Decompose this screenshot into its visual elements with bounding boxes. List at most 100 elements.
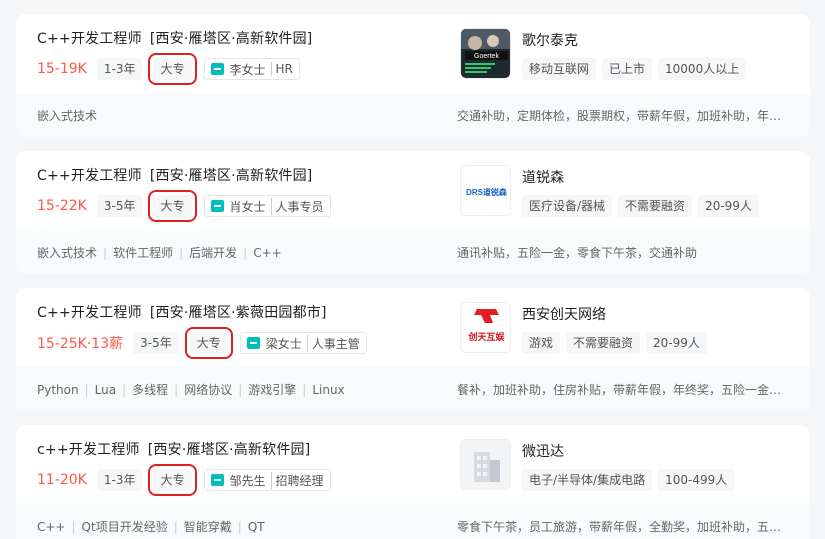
job-name[interactable]: C++开发工程师 [37,305,142,321]
job-name[interactable]: c++开发工程师 [37,442,140,458]
job-meta: 15-25K·13薪 3-5年 大专 梁女士 人事主管 [37,327,367,359]
salary: 15-22K [37,198,87,214]
recruiter-name: 邹先生 [229,473,266,488]
education-tag: 大专 [148,53,197,85]
job-name[interactable]: C++开发工程师 [37,168,142,184]
company-tags: 移动互联网 已上市 10000人以上 [522,58,752,80]
logo-text: 创天互娱 [467,331,505,343]
education-tag: 大专 [148,190,197,222]
skill-tag: 嵌入式技术 [37,109,98,123]
company-size-tag: 20-99人 [698,195,759,217]
company-name[interactable]: 微迅达 [522,441,564,461]
recruiter-role: 人事主管 [306,334,360,352]
job-location: [西安·雁塔区·高新软件园] [149,168,313,184]
skill-tag: QT [232,520,265,534]
skill-tag: 嵌入式技术 [37,246,98,260]
recruiter-chat-button[interactable]: 李女士 HR [203,58,300,80]
company-size-tag: 100-499人 [658,469,735,491]
company-name[interactable]: 歌尔泰克 [522,30,578,50]
company-name[interactable]: 西安创天网络 [522,304,606,324]
recruiter-role: 人事专员 [270,197,324,215]
chat-icon [210,200,224,212]
job-card-bottom: C++Qt项目开发经验智能穿戴QT 零食下午茶，员工旅游，带薪年假，全勤奖，加班… [16,504,810,539]
experience-tag: 1-3年 [96,469,143,491]
salary: 15-19K [37,61,87,77]
company-stage-tag: 不需要融资 [618,195,693,217]
job-meta: 15-19K 1-3年 大专 李女士 HR [37,53,300,85]
company-size-tag: 20-99人 [646,332,707,354]
job-title[interactable]: C++开发工程师 [西安·雁塔区·紫薇田园都市] [37,302,327,322]
job-card[interactable]: C++开发工程师 [西安·雁塔区·高新软件园] 15-19K 1-3年 大专 李女… [16,14,810,137]
job-card-bottom: 嵌入式技术软件工程师后端开发C++ 通讯补贴，五险一金，零食下午茶，交通补助 [16,230,810,274]
job-card-top: C++开发工程师 [西安·雁塔区·紫薇田园都市] 15-25K·13薪 3-5年 … [16,288,810,368]
chat-icon [246,337,260,349]
logo-text: DRS道锐森 [466,187,508,197]
job-name[interactable]: C++开发工程师 [37,31,142,47]
skill-tag: 游戏引擎 [232,383,296,397]
chat-icon [210,63,224,75]
job-card[interactable]: C++开发工程师 [西安·雁塔区·高新软件园] 15-22K 3-5年 大专 肖女… [16,151,810,274]
skill-tag: Linux [296,383,344,397]
job-card[interactable]: c++开发工程师 [西安·雁塔区·高新软件园] 11-20K 1-3年 大专 邹先… [16,425,810,539]
company-industry-tag: 游戏 [522,332,561,354]
job-title[interactable]: C++开发工程师 [西安·雁塔区·高新软件园] [37,28,312,48]
welfare-text: 通讯补贴，五险一金，零食下午茶，交通补助 [457,246,698,260]
skill-tags: C++Qt项目开发经验智能穿戴QT [37,518,265,535]
job-title[interactable]: C++开发工程师 [西安·雁塔区·高新软件园] [37,165,312,185]
skill-tag: Lua [79,383,116,397]
company-logo[interactable] [460,439,511,490]
skill-tag: C++ [237,246,282,260]
company-industry-tag: 电子/半导体/集成电路 [522,469,653,491]
company-tags: 游戏 不需要融资 20-99人 [522,332,713,354]
experience-tag: 3-5年 [96,195,143,217]
company-name[interactable]: 道锐森 [522,167,564,187]
company-tags: 电子/半导体/集成电路 100-499人 [522,469,740,491]
company-industry-tag: 移动互联网 [522,58,597,80]
job-meta: 15-22K 3-5年 大专 肖女士 人事专员 [37,190,331,222]
skill-tag: C++ [37,520,66,534]
recruiter-chat-button[interactable]: 肖女士 人事专员 [203,195,331,217]
salary: 11-20K [37,472,87,488]
company-size-tag: 10000人以上 [658,58,747,80]
company-stage-tag: 已上市 [602,58,653,80]
recruiter-role: HR [270,62,293,76]
chat-icon [210,474,224,486]
experience-tag: 3-5年 [133,332,179,354]
skill-tag: 后端开发 [173,246,237,260]
job-card-bottom: PythonLua多线程网络协议游戏引擎Linux 餐补，加班补助，住房补贴，带… [16,367,810,411]
skill-tag: 多线程 [116,383,168,397]
education-tag: 大专 [184,327,233,359]
company-stage-tag: 不需要融资 [566,332,641,354]
education-tag: 大专 [148,464,197,496]
recruiter-chat-button[interactable]: 邹先生 招聘经理 [203,469,331,491]
job-list: C++开发工程师 [西安·雁塔区·高新软件园] 15-19K 1-3年 大专 李女… [0,0,825,539]
job-card-top: C++开发工程师 [西安·雁塔区·高新软件园] 15-19K 1-3年 大专 李女… [16,14,810,94]
skill-tags: 嵌入式技术软件工程师后端开发C++ [37,244,282,261]
skill-tag: Qt项目开发经验 [66,520,168,534]
company-logo[interactable]: 创天互娱 [460,302,511,353]
skill-tag: 智能穿戴 [168,520,232,534]
job-card-bottom: 嵌入式技术 交通补助，定期体检，股票期权，带薪年假，加班补助，年终奖 [16,93,810,137]
job-location: [西安·雁塔区·高新软件园] [147,442,311,458]
job-location: [西安·雁塔区·紫薇田园都市] [149,305,327,321]
company-industry-tag: 医疗设备/器械 [522,195,613,217]
skill-tag: 软件工程师 [97,246,173,260]
job-card[interactable]: C++开发工程师 [西安·雁塔区·紫薇田园都市] 15-25K·13薪 3-5年 … [16,288,810,411]
skill-tags: PythonLua多线程网络协议游戏引擎Linux [37,381,345,398]
job-meta: 11-20K 1-3年 大专 邹先生 招聘经理 [37,464,331,496]
job-card-top: c++开发工程师 [西安·雁塔区·高新软件园] 11-20K 1-3年 大专 邹先… [16,425,810,505]
experience-tag: 1-3年 [96,58,143,80]
building-icon [461,440,510,489]
recruiter-chat-button[interactable]: 梁女士 人事主管 [239,332,367,354]
job-location: [西安·雁塔区·高新软件园] [149,31,313,47]
company-logo[interactable]: Goertek [460,28,511,79]
recruiter-name: 肖女士 [229,199,266,214]
recruiter-name: 李女士 [229,62,266,77]
job-title[interactable]: c++开发工程师 [西安·雁塔区·高新软件园] [37,439,310,459]
company-logo[interactable]: DRS道锐森 [460,165,511,216]
skill-tag: 网络协议 [168,383,232,397]
welfare-text: 餐补，加班补助，住房补贴，带薪年假，年终奖，五险一金，定期体检 [457,383,782,397]
company-tags: 医疗设备/器械 不需要融资 20-99人 [522,195,765,217]
logo-text: Goertek [474,53,499,60]
job-card-top: C++开发工程师 [西安·雁塔区·高新软件园] 15-22K 3-5年 大专 肖女… [16,151,810,231]
